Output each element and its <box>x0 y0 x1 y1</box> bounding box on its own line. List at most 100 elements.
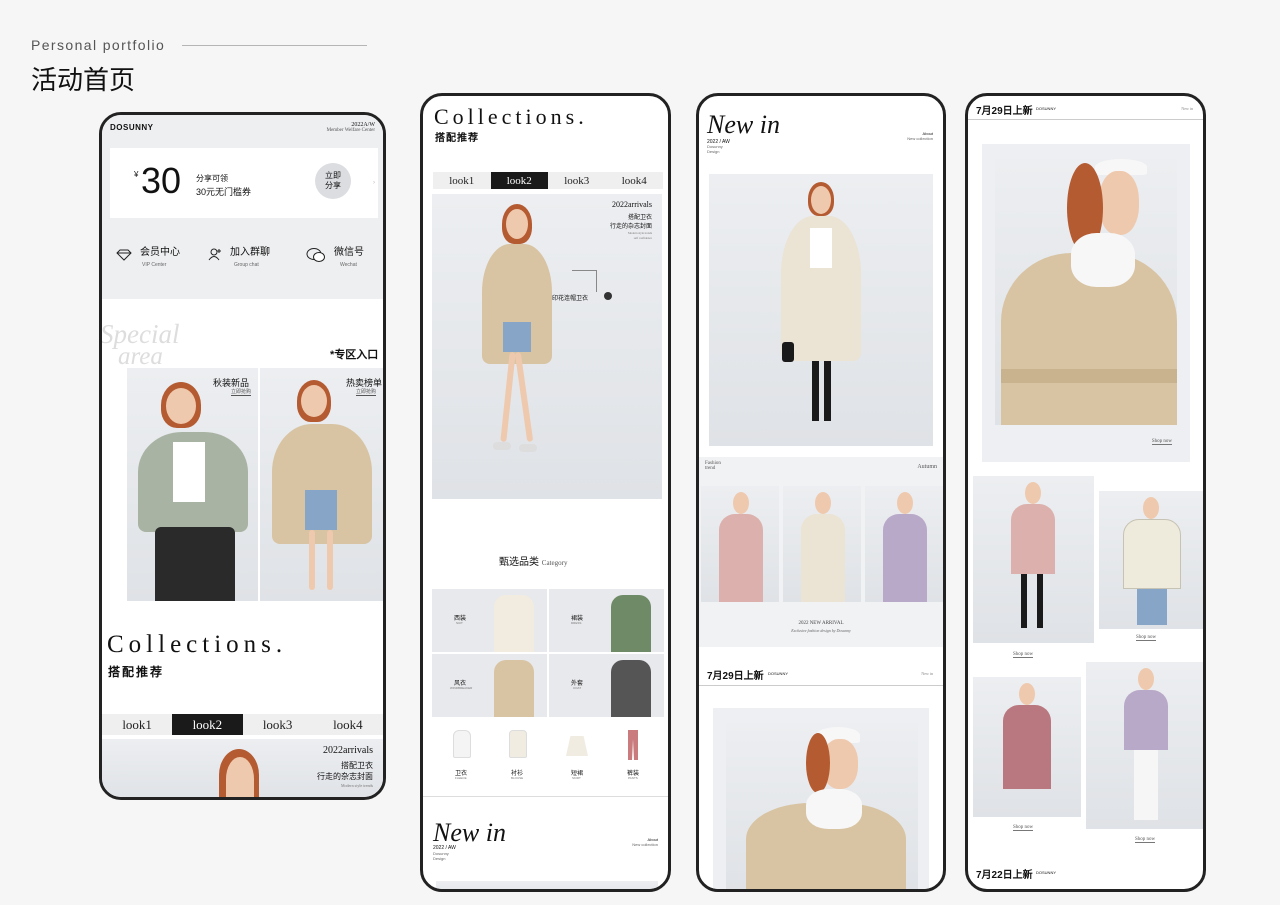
newin-title: New in <box>433 818 506 847</box>
member-center-label: Member Welfare Center <box>326 128 375 133</box>
share-button-line1: 立即 <box>325 171 341 180</box>
card-sub: 立即抢购 <box>356 389 377 396</box>
category-en: FLEECE <box>455 776 467 780</box>
shop-now-link[interactable]: Shop now <box>1136 635 1157 641</box>
category-windbreaker[interactable]: 风衣 WINDBREAKER <box>432 654 547 717</box>
newin-small-label: New in <box>921 671 933 676</box>
category-en: SUIT <box>456 621 463 625</box>
area-watermark: area <box>118 343 163 370</box>
newin-sub3: Design <box>707 149 720 154</box>
arrivals-line2: 行走的杂志封面 <box>609 224 652 230</box>
best-seller-card[interactable]: 热卖榜单 立即抢购 <box>260 368 383 601</box>
zone-entry-label[interactable]: *专区入口 <box>330 346 378 362</box>
category-suit[interactable]: 西装 SUIT <box>432 589 547 652</box>
latest-photo <box>726 723 918 889</box>
latest-photo-frame[interactable] <box>713 708 929 889</box>
date-divider <box>699 685 943 686</box>
service-label: 微信号 <box>334 247 364 258</box>
category-pants[interactable]: 裤装 PANTS <box>616 730 650 786</box>
product-photo[interactable] <box>973 677 1081 817</box>
category-blouse[interactable]: 衬衫 BLOUSE <box>500 730 534 786</box>
product-photo[interactable] <box>973 476 1094 643</box>
newin-photo-peek <box>436 881 658 889</box>
tab-look2[interactable]: look2 <box>490 172 548 189</box>
person-plus-icon <box>208 248 221 261</box>
tab-look1[interactable]: look1 <box>433 172 491 189</box>
arrivals-small: Modern style trends <box>341 783 373 788</box>
featured-photo <box>995 159 1177 425</box>
newin-title: New in <box>707 110 780 139</box>
look-tabs: look1 look2 look3 look4 <box>433 172 663 189</box>
skirt-icon <box>566 736 588 756</box>
about-sub: New collection <box>907 136 933 141</box>
trend-strip: Fashion trend Autumn <box>699 457 943 612</box>
tab-look3[interactable]: look3 <box>243 714 313 735</box>
product-photo[interactable] <box>1099 491 1203 629</box>
trend-photo[interactable] <box>701 486 779 602</box>
model-figure <box>267 380 377 600</box>
service-wechat[interactable]: 微信号 Wechat <box>306 243 376 273</box>
shop-now-link[interactable]: Shop now <box>1135 837 1156 843</box>
category-dress[interactable]: 裙装 DRESS <box>549 589 664 652</box>
category-en: SKIRT <box>572 776 581 780</box>
shop-now-link[interactable]: Shop now <box>1013 825 1034 831</box>
phone-mockup-launch: 7月29日上新 DOSUNNY New in Shop now Shop now… <box>965 93 1206 892</box>
shop-now-link[interactable]: Shop now <box>1013 652 1034 658</box>
service-en: VIP Center <box>142 262 167 268</box>
category-en: WINDBREAKER <box>450 686 473 690</box>
look-tabs: look1 look2 look3 look4 <box>102 714 383 735</box>
category-fleece[interactable]: 卫衣 FLEECE <box>444 730 478 786</box>
category-en: BLOUSE <box>511 776 524 780</box>
category-title-cn: 甄选品类 <box>499 557 539 568</box>
service-label: 会员中心 <box>140 247 180 258</box>
category-coat[interactable]: 外套 COAT <box>549 654 664 717</box>
service-vip[interactable]: 会员中心 VIP Center <box>116 243 196 273</box>
arrival-banner: 2022 NEW ARRIVAL Exclusive fashion desig… <box>699 612 943 647</box>
shop-now-link[interactable]: Shop now <box>1151 439 1172 445</box>
collections-title: Collections. <box>434 104 588 129</box>
date-brand: DOSUNNY <box>1036 106 1057 111</box>
newin-hero-photo[interactable] <box>709 174 933 446</box>
model-figure <box>133 382 253 601</box>
coupon-card[interactable]: ¥ 30 分享可领 30元无门槛券 立即 分享 › <box>110 148 378 218</box>
trend-photo[interactable] <box>783 486 861 602</box>
featured-frame[interactable]: Shop now <box>982 144 1190 462</box>
trend-photo[interactable] <box>865 486 943 602</box>
category-en: COAT <box>573 686 582 690</box>
arrival-title: 2022 NEW ARRIVAL <box>798 621 844 626</box>
product-tag[interactable]: 印花连帽卫衣 <box>552 293 588 302</box>
tab-look1[interactable]: look1 <box>102 714 172 735</box>
look-hero-photo[interactable]: 2022arrivals 搭配卫衣 行走的杂志封面 Modern style t… <box>432 194 662 499</box>
category-skirt[interactable]: 短裙 SKIRT <box>560 730 594 786</box>
card-sub: 立即抢购 <box>231 389 252 396</box>
collections-title: Collections. <box>107 631 288 658</box>
phone-mockup-member: DOSUNNY 2022A/W Member Welfare Center ¥ … <box>99 112 386 800</box>
share-button[interactable]: 立即 分享 <box>315 163 351 199</box>
tab-look4[interactable]: look4 <box>606 172 664 189</box>
service-row: 会员中心 VIP Center 加入群聊 Group chat 微信号 Wech… <box>116 243 372 273</box>
arrivals-label: 2022arrivals <box>612 200 652 209</box>
tab-look4[interactable]: look4 <box>313 714 383 735</box>
tab-look3[interactable]: look3 <box>548 172 606 189</box>
date-title-2: 7月22日上新 <box>976 870 1033 881</box>
autumn-new-card[interactable]: 秋装新品 立即抢购 <box>127 368 258 601</box>
service-group-chat[interactable]: 加入群聊 Group chat <box>208 243 288 273</box>
hoodie-icon <box>453 730 471 758</box>
coupon-amount: 30 <box>141 160 182 201</box>
tag-dot-icon <box>604 292 612 300</box>
arrivals-line1: 搭配卫衣 <box>341 761 373 770</box>
autumn-label: Autumn <box>917 464 937 470</box>
share-button-line2: 分享 <box>325 181 341 190</box>
look-preview[interactable]: 2022arrivals 搭配卫衣 行走的杂志封面 Modern style t… <box>102 739 383 797</box>
newin-small-label: New in <box>1181 106 1193 111</box>
product-photo[interactable] <box>1086 662 1203 829</box>
chevron-right-icon: › <box>373 180 375 186</box>
arrivals-line1: 搭配卫衣 <box>627 215 652 221</box>
date-title: 7月29日上新 <box>976 106 1033 117</box>
date-brand: DOSUNNY <box>768 671 789 676</box>
pants-icon <box>628 730 638 760</box>
category-grid: 西装 SUIT 裙装 DRESS 风衣 WINDBREAKER 外套 COAT <box>432 589 664 717</box>
phone-mockup-collections: Collections. 搭配推荐 look1 look2 look3 look… <box>420 93 671 892</box>
coupon-line2: 30元无门槛券 <box>196 187 252 197</box>
tab-look2[interactable]: look2 <box>172 714 243 735</box>
